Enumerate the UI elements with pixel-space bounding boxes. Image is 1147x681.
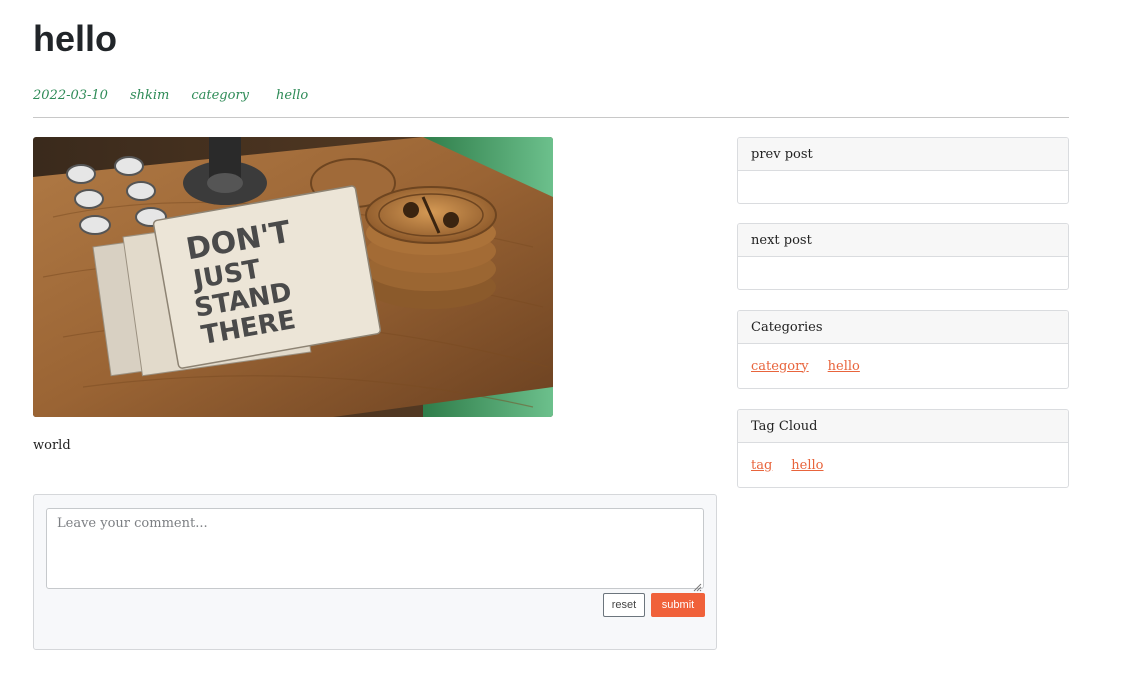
next-post-title: next post xyxy=(738,224,1068,257)
categories-card: Categories category hello xyxy=(737,310,1069,389)
post-category-link[interactable]: category xyxy=(191,86,249,106)
next-post-card: next post xyxy=(737,223,1069,290)
submit-button[interactable]: submit xyxy=(651,593,705,617)
prev-post-body xyxy=(738,171,1068,203)
tag-link-hello[interactable]: hello xyxy=(791,458,823,473)
tag-link-tag[interactable]: tag xyxy=(751,458,772,473)
post-title: hello xyxy=(33,18,118,59)
comment-form: reset submit xyxy=(33,494,717,650)
category-link-category[interactable]: category xyxy=(751,359,809,374)
title-divider xyxy=(33,117,1069,118)
categories-title: Categories xyxy=(738,311,1068,344)
comment-input[interactable] xyxy=(46,508,704,589)
post-body: world xyxy=(33,438,71,453)
post-tag-link[interactable]: hello xyxy=(276,86,308,106)
tag-cloud-card: Tag Cloud tag hello xyxy=(737,409,1069,488)
post-author[interactable]: shkim xyxy=(130,86,169,106)
next-post-body xyxy=(738,257,1068,289)
post-meta: 2022-03-10 shkim category hello xyxy=(33,86,330,106)
post-hero-image: DON'T JUST STAND THERE xyxy=(33,137,553,417)
categories-list: category hello xyxy=(738,344,1068,388)
prev-post-card: prev post xyxy=(737,137,1069,204)
post-date[interactable]: 2022-03-10 xyxy=(33,86,108,106)
tag-cloud-title: Tag Cloud xyxy=(738,410,1068,443)
prev-post-title: prev post xyxy=(738,138,1068,171)
tag-cloud-list: tag hello xyxy=(738,443,1068,487)
resize-grip-icon[interactable] xyxy=(692,577,702,592)
reset-button[interactable]: reset xyxy=(603,593,645,617)
category-link-hello[interactable]: hello xyxy=(828,359,860,374)
